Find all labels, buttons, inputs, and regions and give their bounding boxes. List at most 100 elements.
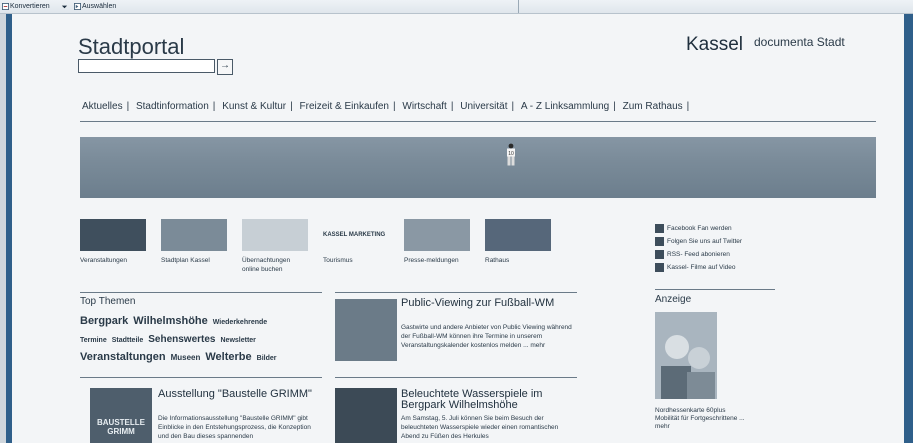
section-divider (335, 292, 577, 293)
quicklink-image (242, 219, 308, 251)
tag-cloud: Bergpark Wilhelmshöhe Wiederkehrende Termi… (80, 311, 320, 365)
social-links: Facebook Fan werden Folgen Sie uns auf T… (655, 224, 742, 276)
social-label: Kassel- Filme auf Video (667, 264, 736, 272)
nav-separator: | (686, 101, 690, 112)
ad-line2: Mobilität für Fortgeschrittene ... (655, 415, 745, 422)
ad-more-link[interactable]: mehr (655, 423, 745, 431)
browser-toolbar: Konvertieren Auswählen (0, 0, 913, 14)
rss-icon (655, 250, 664, 259)
quicklink-label: Tourismus (323, 257, 353, 264)
nav-separator: | (450, 101, 454, 112)
social-video[interactable]: Kassel- Filme auf Video (655, 263, 742, 276)
kassel-marketing-logo: KASSEL MARKETING (323, 219, 389, 251)
quicklink-image (80, 219, 146, 251)
seniors-photo (655, 312, 717, 399)
video-icon (655, 263, 664, 272)
tag-link[interactable]: Welterbe (205, 351, 251, 363)
nav-item-wirtschaft[interactable]: Wirtschaft (402, 101, 446, 112)
quicklink-label: Stadtplan Kassel (161, 257, 210, 264)
quicklink-veranstaltungen[interactable]: Veranstaltungen (80, 219, 146, 265)
tag-link[interactable]: Bilder (257, 355, 277, 362)
social-label: Facebook Fan werden (667, 225, 732, 233)
convert-dropdown[interactable] (61, 1, 69, 12)
tag-link[interactable]: Newsletter (221, 337, 256, 344)
tag-link[interactable]: Wiederkehrende (213, 319, 267, 326)
quicklink-stadtplan[interactable]: Stadtplan Kassel (161, 219, 227, 265)
nav-separator: | (511, 101, 515, 112)
tag-link[interactable]: Bergpark (80, 315, 128, 327)
city-tagline: documenta Stadt (754, 35, 845, 49)
social-rss[interactable]: RSS- Feed abonieren (655, 250, 742, 263)
quicklink-label: Veranstaltungen (80, 257, 127, 264)
tag-link[interactable]: Museen (171, 353, 201, 362)
section-divider (335, 377, 577, 378)
city-name[interactable]: Kassel (686, 34, 743, 56)
quicklink-rathaus[interactable]: Rathaus (485, 219, 551, 265)
social-label: RSS- Feed abonieren (667, 251, 730, 259)
convert-label: Konvertieren (10, 3, 50, 10)
soccer-player-image: 10 (507, 143, 515, 166)
section-divider (80, 377, 322, 378)
search-button[interactable]: → (217, 59, 233, 75)
nav-separator: | (212, 101, 216, 112)
select-label: Auswählen (82, 3, 117, 10)
tag-link[interactable]: Sehenswertes (148, 334, 215, 345)
ad-line1: Nordhessenkarte 60plus (655, 407, 726, 414)
nav-item-linksammlung[interactable]: A - Z Linksammlung (521, 101, 609, 112)
article-title[interactable]: Public-Viewing zur Fußball-WM (401, 298, 571, 309)
main-nav: Aktuelles | Stadtinformation | Kunst & Kul… (80, 101, 691, 112)
wasserspiele-image[interactable] (335, 388, 397, 443)
quicklink-label: Übernachtungen online buchen (242, 257, 291, 273)
quicklink-presse[interactable]: Presse-meldungen (404, 219, 470, 265)
tag-link[interactable]: Veranstaltungen (80, 351, 166, 363)
nav-item-kunst-kultur[interactable]: Kunst & Kultur (222, 101, 286, 112)
tag-link[interactable]: Wilhelmshöhe (133, 315, 207, 327)
search-input[interactable] (78, 59, 215, 73)
window-frame-left (0, 0, 6, 443)
section-divider (655, 289, 775, 290)
quicklink-uebernachtungen[interactable]: Übernachtungen online buchen (242, 219, 308, 274)
jersey-number: 10 (508, 151, 514, 157)
nav-item-aktuelles[interactable]: Aktuelles (82, 101, 123, 112)
toolbar-divider (518, 0, 519, 13)
social-label: Folgen Sie uns auf Twitter (667, 238, 743, 246)
nav-item-rathaus[interactable]: Zum Rathaus (623, 101, 683, 112)
twitter-icon (655, 237, 664, 246)
quicklink-image (161, 219, 227, 251)
nav-item-freizeit[interactable]: Freizeit & Einkaufen (300, 101, 390, 112)
nav-item-universitaet[interactable]: Universität (460, 101, 507, 112)
social-facebook[interactable]: Facebook Fan werden (655, 224, 742, 237)
convert-icon (2, 2, 9, 10)
top-themes-title: Top Themen (80, 296, 136, 307)
chevron-down-icon (61, 5, 68, 8)
convert-button[interactable]: Konvertieren (2, 1, 50, 12)
public-viewing-image[interactable] (335, 299, 397, 361)
quicklink-label: Presse-meldungen (404, 257, 459, 264)
nav-separator: | (126, 101, 130, 112)
quicklink-image (485, 219, 551, 251)
article-body: Am Samstag, 5. Juli können Sie beim Besu… (401, 415, 559, 440)
select-button[interactable]: Auswählen (74, 1, 116, 12)
nav-divider (80, 121, 876, 122)
select-icon (74, 2, 81, 10)
quicklink-image (404, 219, 470, 251)
hero-banner: 10 (80, 137, 876, 198)
nav-separator: | (613, 101, 616, 112)
quicklink-label: Rathaus (485, 257, 510, 264)
article-title[interactable]: Beleuchtete Wasserspiele im Bergpark Wil… (401, 389, 573, 411)
tag-link[interactable]: Termine (80, 337, 107, 344)
quicklink-tourismus[interactable]: KASSEL MARKETING Tourismus (323, 219, 389, 265)
tag-link[interactable]: Stadtteile (112, 337, 144, 344)
article-title[interactable]: Ausstellung "Baustelle GRIMM" (158, 389, 318, 400)
article-body: Gastwirte und andere Anbieter von Public… (401, 324, 572, 349)
ad-text[interactable]: Nordhessenkarte 60plus Mobilität für For… (655, 407, 745, 431)
site-logo[interactable]: Stadtportal (78, 34, 184, 60)
nav-separator: | (393, 101, 396, 112)
ad-heading: Anzeige (655, 294, 692, 305)
ad-image[interactable] (655, 312, 717, 399)
baustelle-grimm-image[interactable]: BAUSTELLE GRIMM (90, 388, 152, 443)
nav-item-stadtinformation[interactable]: Stadtinformation (136, 101, 209, 112)
social-twitter[interactable]: Folgen Sie uns auf Twitter (655, 237, 742, 250)
section-divider (80, 292, 322, 293)
nav-separator: | (290, 101, 293, 112)
